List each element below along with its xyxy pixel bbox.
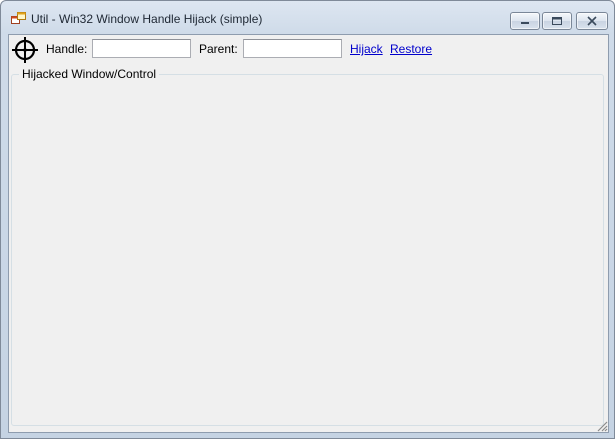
handle-label: Handle: xyxy=(46,42,88,56)
handle-input[interactable] xyxy=(92,39,191,58)
application-window-icon xyxy=(11,12,26,24)
maximize-button[interactable] xyxy=(542,12,572,30)
title-bar[interactable]: Util - Win32 Window Handle Hijack (simpl… xyxy=(1,1,614,34)
restore-link[interactable]: Restore xyxy=(390,42,432,56)
hijack-link[interactable]: Hijack xyxy=(350,42,383,56)
close-icon xyxy=(587,16,597,26)
parent-input[interactable] xyxy=(243,39,342,58)
window-title: Util - Win32 Window Handle Hijack (simpl… xyxy=(31,12,263,26)
parent-label: Parent: xyxy=(199,42,238,56)
close-button[interactable] xyxy=(576,12,608,30)
restore-down-icon xyxy=(552,17,562,25)
client-area: Handle: Parent: Hijack Restore Hijacked … xyxy=(8,34,609,433)
main-window: Util - Win32 Window Handle Hijack (simpl… xyxy=(0,0,615,439)
minimize-icon xyxy=(521,22,529,24)
groupbox-title: Hijacked Window/Control xyxy=(19,67,160,81)
resize-grip-icon[interactable] xyxy=(594,418,608,432)
minimize-button[interactable] xyxy=(510,12,540,30)
hijacked-window-groupbox: Hijacked Window/Control xyxy=(11,67,604,426)
crosshair-finder-icon[interactable] xyxy=(11,36,39,64)
